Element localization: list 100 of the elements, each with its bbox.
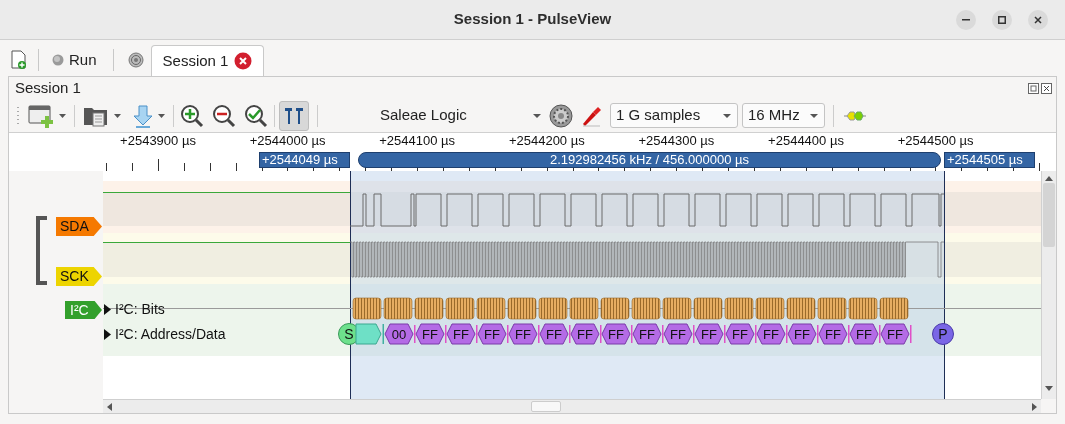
maximize-button[interactable] xyxy=(992,10,1012,30)
row-label: I²C: Address/Data xyxy=(115,326,226,342)
bit-annotation xyxy=(569,297,599,320)
cursor-span-bar[interactable]: 2.192982456 kHz / 456.000000 µs xyxy=(358,152,941,168)
channel-label[interactable]: SDA xyxy=(56,217,102,236)
data-annotation: FF xyxy=(477,323,507,345)
minimize-icon xyxy=(962,19,970,21)
bit-annotation xyxy=(383,297,413,320)
window-add-icon xyxy=(28,103,54,128)
bit-annotation xyxy=(848,297,878,320)
data-annotation: FF xyxy=(663,323,693,345)
zoom-check-icon xyxy=(244,103,268,128)
data-annotation: FF xyxy=(880,323,910,345)
caret-icon xyxy=(59,113,66,118)
close-icon[interactable] xyxy=(234,52,253,70)
cursor-pair-icon xyxy=(284,105,304,126)
close-icon[interactable] xyxy=(1041,82,1052,94)
channel-label[interactable]: SCK xyxy=(56,267,102,286)
rate-dropdown[interactable]: 16 MHz xyxy=(742,103,825,128)
time-ruler[interactable]: +2543900 µs +2544000 µs +2544100 µs +2544200 µs +2544300 µs +2544400 µs +2544500 µs +2544049 µs 2.192982456 kHz / 456.000000 µs +2544505 µs xyxy=(9,133,1056,171)
data-annotation: FF xyxy=(849,323,879,345)
gear-icon xyxy=(549,103,573,128)
data-annotation: FF xyxy=(539,323,569,345)
down-arrow-icon xyxy=(133,103,153,128)
status-dot-icon xyxy=(52,54,64,66)
bit-annotation xyxy=(631,297,661,320)
vertical-scrollbar[interactable] xyxy=(1041,171,1056,399)
row-label: I²C: Bits xyxy=(115,301,165,317)
new-document-icon xyxy=(11,50,27,70)
scroll-left-icon[interactable] xyxy=(107,403,112,411)
bit-annotation xyxy=(755,297,785,320)
data-annotation: FF xyxy=(756,323,786,345)
group-bracket-icon xyxy=(35,216,49,286)
data-annotation: FF xyxy=(508,323,538,345)
session-title: Session 1 xyxy=(15,77,81,98)
caret-icon xyxy=(810,113,818,118)
close-icon xyxy=(1034,16,1042,24)
float-icon[interactable] xyxy=(1028,82,1039,94)
cursor-line[interactable] xyxy=(350,171,351,399)
trace-canvas[interactable]: S 00 FF FF FF FF FF FF FF FF FF FF FF FF FF FF FF FF P I²C: Bits I²C: Address/Data xyxy=(103,171,1041,399)
ruler-label: +2544300 µs xyxy=(638,133,715,149)
zoom-out-icon xyxy=(212,103,236,128)
data-annotation: FF xyxy=(570,323,600,345)
bit-annotation xyxy=(476,297,506,320)
close-button[interactable] xyxy=(1028,10,1048,30)
bit-annotation xyxy=(600,297,630,320)
caret-icon xyxy=(158,113,165,118)
bit-annotation xyxy=(724,297,754,320)
ruler-label: +2544200 µs xyxy=(508,133,585,149)
zoom-in-icon xyxy=(180,103,204,128)
scroll-thumb[interactable] xyxy=(531,401,561,412)
horizontal-scrollbar[interactable] xyxy=(103,399,1041,413)
bit-annotation xyxy=(352,297,382,320)
cursor-time-flag[interactable]: +2544049 µs xyxy=(259,152,350,168)
scroll-right-icon[interactable] xyxy=(1032,403,1037,411)
ruler-label: +2544100 µs xyxy=(379,133,456,149)
data-annotation: FF xyxy=(632,323,662,345)
new-session-button[interactable] xyxy=(9,48,29,72)
bit-annotation xyxy=(693,297,723,320)
maximize-icon xyxy=(998,16,1006,24)
ruler-label: +2544000 µs xyxy=(249,133,326,149)
device-settings-button[interactable] xyxy=(548,102,574,129)
data-annotation: FF xyxy=(725,323,755,345)
caret-icon xyxy=(533,113,541,118)
scroll-down-icon[interactable] xyxy=(1045,386,1053,391)
data-annotation: FF xyxy=(601,323,631,345)
ruler-label: +2543900 µs xyxy=(120,133,196,149)
ruler-label: +2544500 µs xyxy=(897,133,974,149)
caret-icon xyxy=(114,113,121,118)
bit-annotation xyxy=(817,297,847,320)
data-annotation: FF xyxy=(787,323,817,345)
cursor-time-flag[interactable]: +2544505 µs xyxy=(944,152,1035,168)
probe-icon xyxy=(580,104,602,127)
run-button[interactable]: Run xyxy=(48,47,101,73)
caret-icon xyxy=(723,113,731,118)
bit-annotation xyxy=(507,297,537,320)
samples-dropdown[interactable]: 1 G samples xyxy=(610,103,738,128)
bit-annotation xyxy=(414,297,444,320)
data-annotation: FF xyxy=(694,323,724,345)
stop-annotation: P xyxy=(932,323,954,345)
minimize-button[interactable] xyxy=(956,10,976,30)
session-tab[interactable]: Session 1 xyxy=(150,45,265,76)
bit-annotation xyxy=(786,297,816,320)
bit-annotation xyxy=(445,297,475,320)
target-icon xyxy=(127,52,144,68)
bit-annotation xyxy=(662,297,692,320)
window-title: Session 1 - PulseView xyxy=(453,9,612,30)
data-annotation: FF xyxy=(818,323,848,345)
cursors-button[interactable] xyxy=(279,100,309,131)
bit-annotation xyxy=(879,297,909,320)
ruler-label: +2544400 µs xyxy=(768,133,844,149)
bit-annotation xyxy=(538,297,568,320)
scroll-thumb[interactable] xyxy=(1043,183,1055,247)
data-annotation: FF xyxy=(415,323,445,345)
address-annotation xyxy=(355,323,382,345)
data-annotation: 00 xyxy=(384,323,414,345)
decoder-icon xyxy=(844,109,866,122)
data-annotation: FF xyxy=(446,323,476,345)
scroll-up-icon[interactable] xyxy=(1045,176,1053,181)
device-dropdown[interactable]: Saleae Logic xyxy=(372,102,544,129)
